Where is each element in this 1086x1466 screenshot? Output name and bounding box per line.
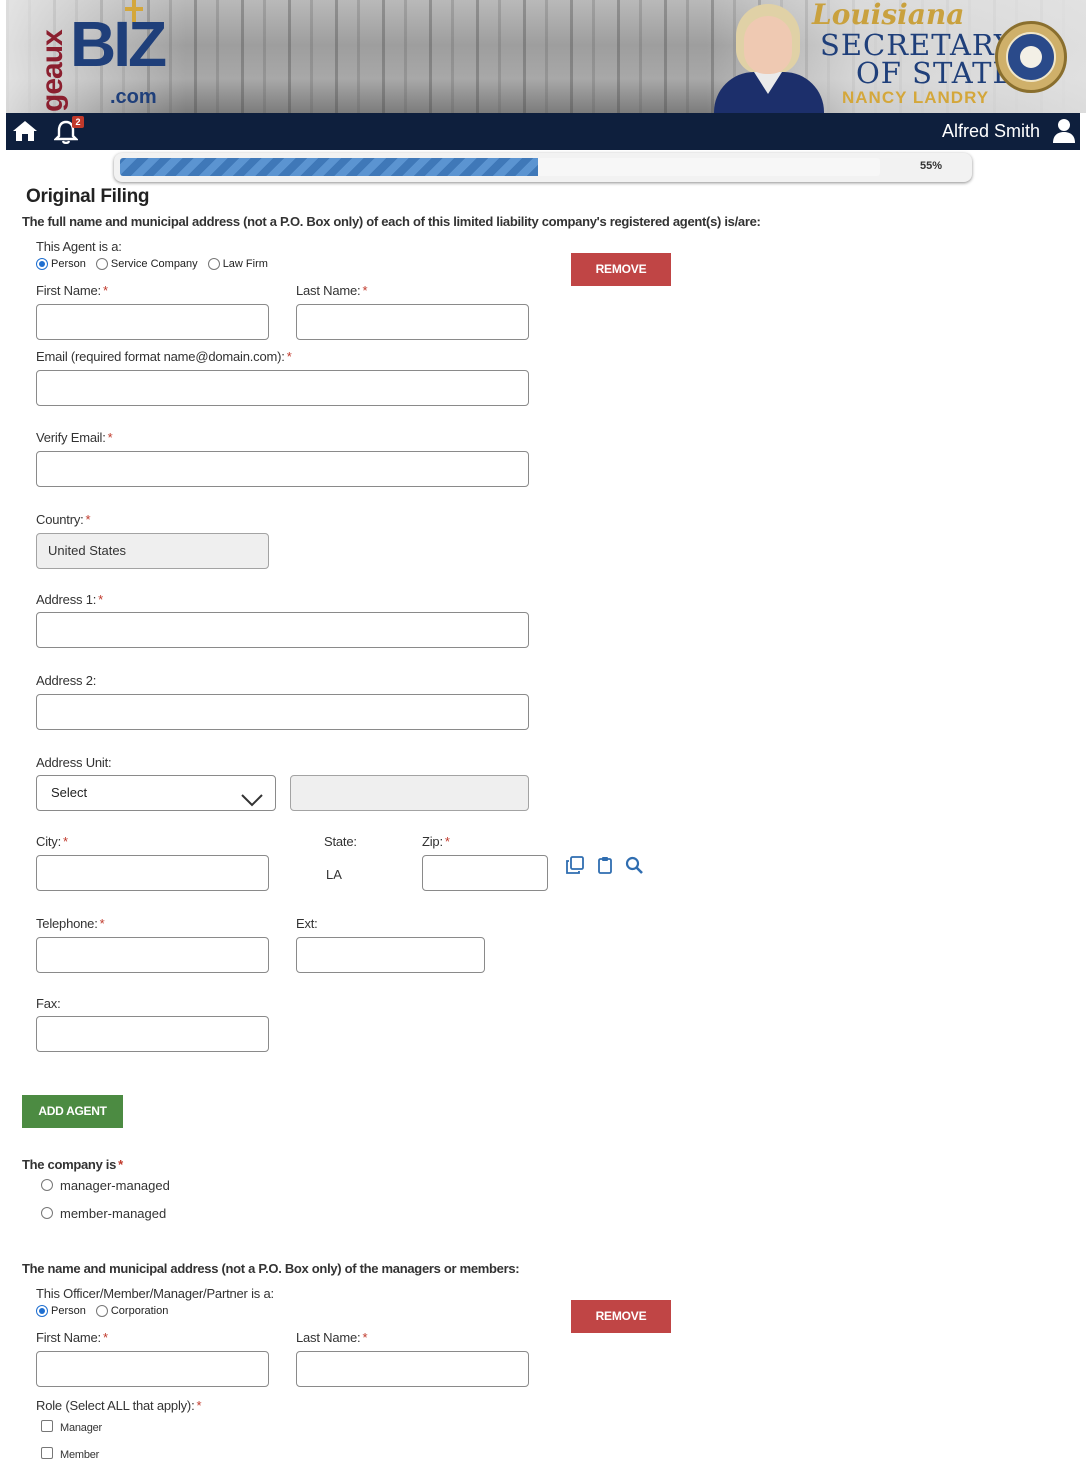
- agent-type-label: This Agent is a:: [36, 239, 122, 254]
- member-managed-radio[interactable]: [41, 1207, 53, 1219]
- address-unit-number-input: [290, 775, 529, 811]
- address2-label: Address 2:: [36, 673, 97, 688]
- agent-verify-email-input[interactable]: [36, 451, 529, 487]
- address-unit-selected-value: Select: [51, 785, 88, 800]
- fax-label: Fax:: [36, 996, 61, 1011]
- city-label: City: *: [36, 834, 68, 849]
- progress-track: [120, 158, 880, 176]
- manager-type-corporation-option[interactable]: Corporation: [95, 1305, 169, 1317]
- option-label: Person: [51, 258, 86, 270]
- agent-address2-input[interactable]: [36, 694, 529, 730]
- agent-country-field: United States: [36, 533, 269, 569]
- radio[interactable]: [207, 258, 220, 270]
- zip-label: Zip: *: [422, 834, 450, 849]
- agent-city-input[interactable]: [36, 855, 269, 891]
- site-banner: geaux BIZ .com Louisiana SECRETARY OF ST…: [6, 0, 1086, 113]
- logo-geaux-text: geaux: [36, 30, 69, 112]
- agent-email-input[interactable]: [36, 370, 529, 406]
- manager-first-name-input[interactable]: [36, 1351, 269, 1387]
- manager-last-name-label: Last Name: *: [296, 1330, 368, 1345]
- radio-selected[interactable]: [36, 258, 48, 270]
- agent-type-law-firm-option[interactable]: Law Firm: [207, 258, 268, 270]
- manager-managed-radio[interactable]: [41, 1179, 53, 1191]
- option-label: Service Company: [110, 258, 198, 270]
- role-label: Role (Select ALL that apply): *: [36, 1398, 202, 1413]
- address-unit-select[interactable]: Select: [36, 775, 276, 811]
- first-name-label: First Name: *: [36, 283, 108, 298]
- sos-name: NANCY LANDRY: [842, 88, 990, 107]
- add-agent-button[interactable]: ADD AGENT: [22, 1095, 123, 1128]
- telephone-label: Telephone: *: [36, 916, 105, 931]
- role-member-checkbox[interactable]: [41, 1447, 53, 1459]
- user-name[interactable]: Alfred Smith: [942, 121, 1040, 142]
- agent-type-service-company-option[interactable]: Service Company: [95, 258, 198, 270]
- agent-address1-input[interactable]: [36, 612, 529, 648]
- state-seal-icon: [995, 21, 1067, 93]
- role-member-label[interactable]: Member: [60, 1449, 99, 1461]
- remove-manager-button[interactable]: REMOVE: [571, 1300, 671, 1333]
- page-title: Original Filing: [26, 186, 150, 207]
- manager-type-person-option[interactable]: Person: [36, 1305, 86, 1317]
- user-icon[interactable]: [1052, 118, 1076, 144]
- remove-agent-button[interactable]: REMOVE: [571, 253, 671, 286]
- agent-intro-text: The full name and municipal address (not…: [22, 214, 761, 229]
- manager-last-name-input[interactable]: [296, 1351, 529, 1387]
- radio[interactable]: [95, 258, 108, 270]
- option-label: Person: [51, 1305, 86, 1317]
- copy-icon[interactable]: [566, 856, 584, 874]
- option-label: Corporation: [110, 1305, 169, 1317]
- progress-label: 55%: [920, 160, 943, 172]
- state-label: State:: [324, 834, 357, 849]
- agent-type-radio-group: Person Service Company Law Firm: [36, 258, 278, 270]
- address-unit-label: Address Unit:: [36, 755, 112, 770]
- manager-managed-label[interactable]: manager-managed: [60, 1178, 170, 1193]
- notification-count-badge: 2: [72, 116, 84, 128]
- email-label: Email (required format name@domain.com):…: [36, 349, 292, 364]
- radio-selected[interactable]: [36, 1305, 48, 1317]
- filing-progress-bar: 55%: [114, 153, 972, 182]
- sos-title-line2: OF STATE: [856, 56, 1015, 90]
- ext-label: Ext:: [296, 916, 318, 931]
- last-name-label: Last Name: *: [296, 283, 368, 298]
- agent-last-name-input[interactable]: [296, 304, 529, 340]
- logo-com-text: .com: [110, 86, 157, 108]
- managers-intro-text: The name and municipal address (not a P.…: [22, 1261, 520, 1276]
- logo-biz-text: BIZ: [70, 8, 167, 80]
- agent-fax-input[interactable]: [36, 1016, 269, 1052]
- search-icon[interactable]: [625, 856, 643, 874]
- manager-type-radio-group: Person Corporation: [36, 1305, 178, 1317]
- progress-fill: [120, 158, 538, 176]
- geauxbiz-logo[interactable]: geaux BIZ .com: [32, 0, 167, 113]
- sos-state-script: Louisiana: [812, 0, 965, 31]
- agent-first-name-input[interactable]: [36, 304, 269, 340]
- manager-first-name-label: First Name: *: [36, 1330, 108, 1345]
- option-label: Law Firm: [222, 258, 268, 270]
- company-type-label: The company is *: [22, 1157, 123, 1172]
- agent-telephone-input[interactable]: [36, 937, 269, 973]
- clipboard-icon[interactable]: [596, 856, 614, 874]
- home-icon[interactable]: [12, 119, 38, 143]
- agent-state-value: LA: [326, 867, 342, 882]
- country-label: Country: *: [36, 512, 91, 527]
- agent-zip-input[interactable]: [422, 855, 548, 891]
- address1-label: Address 1: *: [36, 592, 104, 607]
- member-managed-label[interactable]: member-managed: [60, 1206, 166, 1221]
- agent-ext-input[interactable]: [296, 937, 485, 973]
- verify-email-label: Verify Email: *: [36, 430, 113, 445]
- chevron-down-icon: [241, 786, 263, 807]
- secretary-portrait: [708, 0, 828, 113]
- radio[interactable]: [95, 1305, 108, 1317]
- role-manager-checkbox[interactable]: [41, 1420, 53, 1432]
- top-nav-bar: 2 Alfred Smith: [6, 113, 1080, 150]
- manager-type-label: This Officer/Member/Manager/Partner is a…: [36, 1286, 274, 1301]
- role-manager-label[interactable]: Manager: [60, 1422, 102, 1434]
- agent-type-person-option[interactable]: Person: [36, 258, 86, 270]
